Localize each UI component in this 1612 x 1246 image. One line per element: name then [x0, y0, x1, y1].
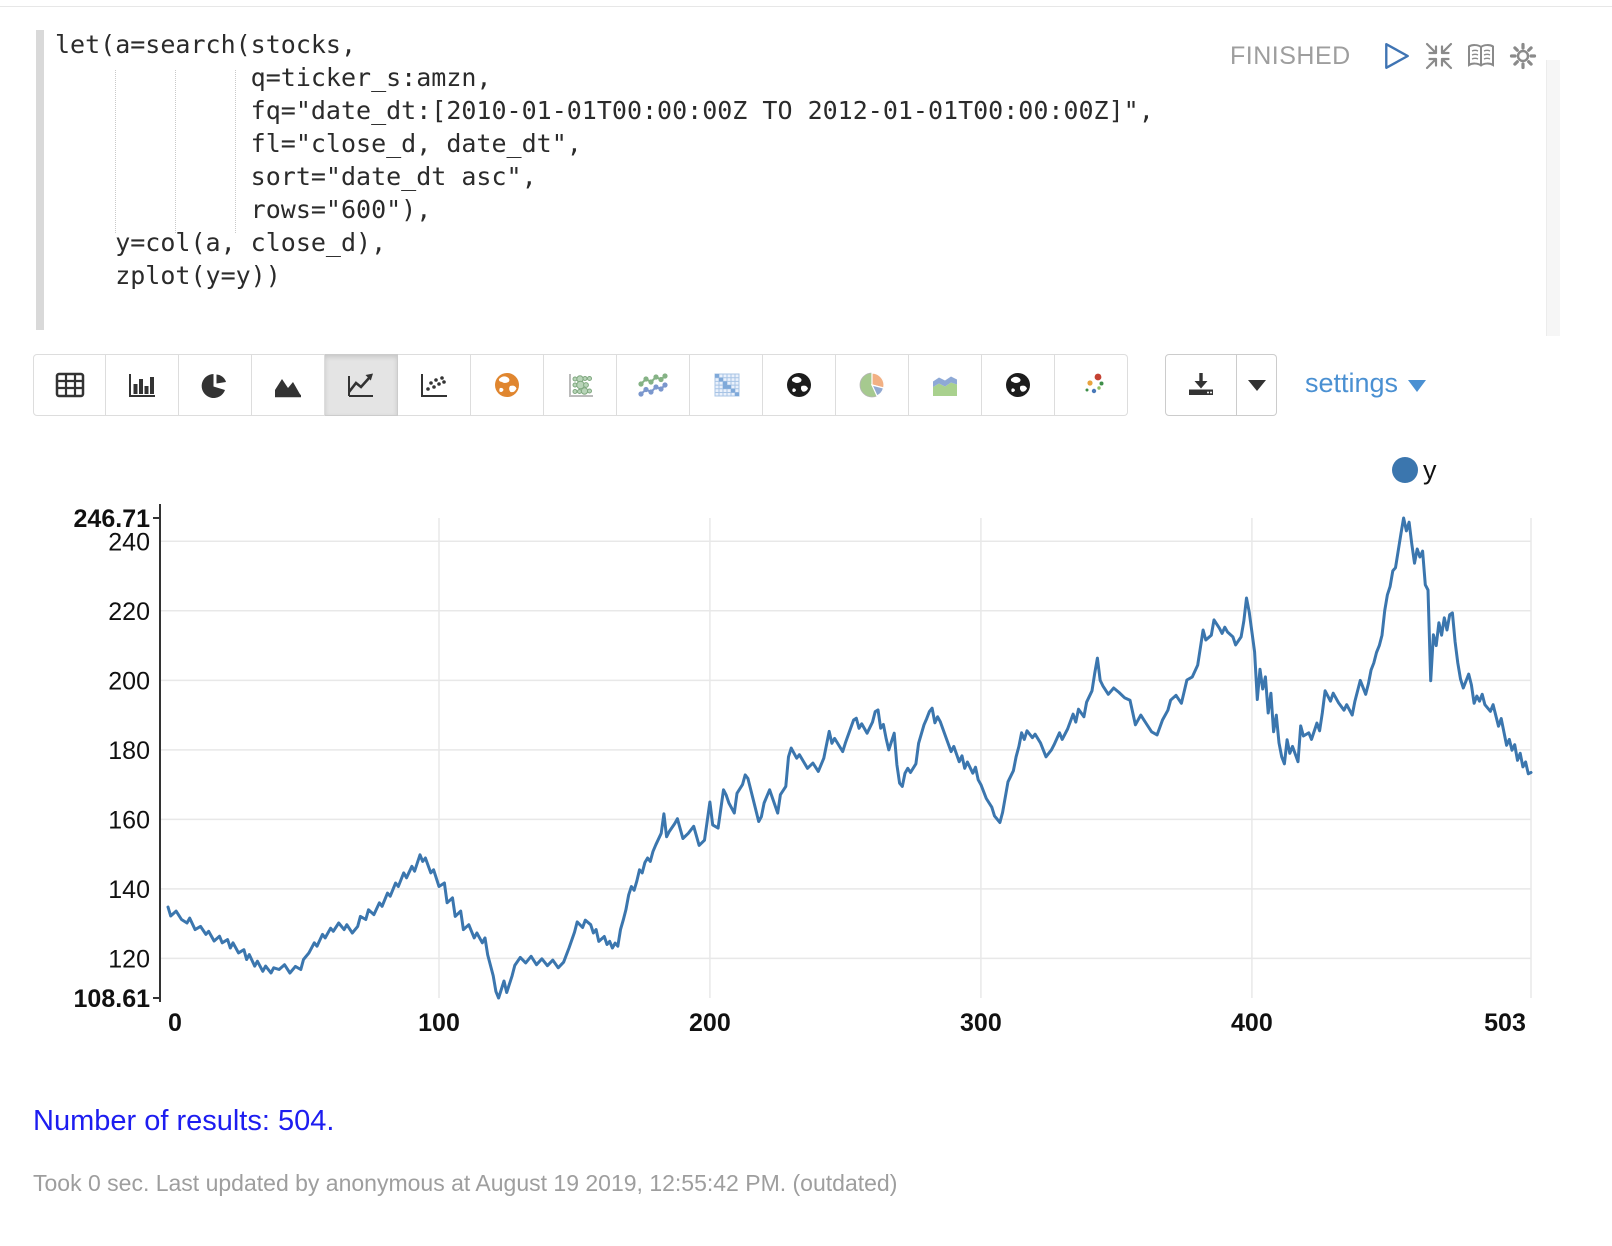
y-axis-tick-label: 140 — [108, 876, 150, 904]
settings-label: settings — [1305, 368, 1398, 399]
x-axis-tick-label: 0 — [168, 1009, 182, 1037]
bar-chart-icon — [126, 371, 158, 399]
line-chart-icon — [345, 371, 377, 399]
editor-gutter-bar — [36, 30, 44, 330]
compress-icon[interactable] — [1423, 40, 1455, 72]
code-line: rows="600"), — [55, 193, 1154, 226]
y-axis-tick-label: 180 — [108, 737, 150, 765]
pie-colored-icon — [856, 371, 888, 399]
line-chart-canvas: 246.71240220200180160140120108.610100200… — [0, 430, 1612, 1050]
table-icon — [54, 371, 86, 399]
scatter-chart-button[interactable] — [398, 354, 471, 416]
y-axis-tick-label: 108.61 — [74, 985, 151, 1013]
paragraph-status-line: Took 0 sec. Last updated by anonymous at… — [33, 1170, 897, 1197]
y-axis-tick-label: 120 — [108, 945, 150, 973]
settings-toggle[interactable]: settings — [1305, 368, 1426, 399]
area-chart-button[interactable] — [252, 354, 325, 416]
map-globe-orange-button[interactable] — [471, 354, 544, 416]
code-block[interactable]: let(a=search(stocks, q=ticker_s:amzn, fq… — [55, 28, 1154, 292]
legend-label[interactable]: y — [1423, 455, 1437, 485]
legend-dot[interactable] — [1392, 457, 1418, 483]
scatter-colored-button[interactable] — [1055, 354, 1128, 416]
stacked-area-button[interactable] — [909, 354, 982, 416]
pie-colored-button[interactable] — [836, 354, 909, 416]
chart-area[interactable]: 246.71240220200180160140120108.610100200… — [0, 430, 1612, 1050]
chart-type-toolbar — [33, 354, 1128, 416]
x-axis-tick-label: 300 — [960, 1009, 1002, 1037]
series-line-y — [168, 518, 1531, 998]
bubble-matrix-button[interactable] — [544, 354, 617, 416]
globe-orange-icon — [491, 371, 523, 399]
paragraph-controls: FINISHED — [1230, 36, 1540, 76]
table-button[interactable] — [33, 354, 106, 416]
download-icon — [1185, 371, 1217, 399]
paragraph-top-border — [0, 6, 1612, 7]
globe-black-icon — [1002, 371, 1034, 399]
code-line: q=ticker_s:amzn, — [55, 61, 1154, 94]
x-axis-tick-label: 100 — [418, 1009, 460, 1037]
pie-chart-icon — [199, 371, 231, 399]
results-count-text: Number of results: 504. — [33, 1105, 334, 1138]
map-globe-black-button[interactable] — [763, 354, 836, 416]
code-line: fq="date_dt:[2010-01-01T00:00:00Z TO 201… — [55, 94, 1154, 127]
heatmap-icon — [710, 371, 742, 399]
globe-black-icon — [783, 371, 815, 399]
code-line: zplot(y=y)) — [55, 259, 1154, 292]
chart-legend[interactable]: y — [1392, 455, 1437, 485]
download-button-group — [1165, 354, 1277, 416]
gear-icon[interactable] — [1507, 40, 1539, 72]
caret-down-icon — [1248, 380, 1266, 391]
area-chart-icon — [272, 371, 304, 399]
scatter-chart-icon — [418, 371, 450, 399]
status-badge: FINISHED — [1230, 42, 1351, 71]
code-line: let(a=search(stocks, — [55, 28, 1154, 61]
y-axis-tick-label: 240 — [108, 528, 150, 556]
x-axis-tick-label: 200 — [689, 1009, 731, 1037]
editor-scrollbar[interactable] — [1546, 60, 1560, 336]
map-globe-black-button-2[interactable] — [982, 354, 1055, 416]
stacked-area-icon — [929, 371, 961, 399]
run-play-icon[interactable] — [1381, 40, 1413, 72]
scatter-colored-icon — [1075, 371, 1107, 399]
line-chart-button[interactable] — [325, 354, 398, 416]
x-axis-tick-label: 400 — [1231, 1009, 1273, 1037]
download-button[interactable] — [1165, 354, 1237, 416]
code-line: sort="date_dt asc", — [55, 160, 1154, 193]
x-axis-tick-label: 503 — [1484, 1009, 1526, 1037]
book-icon[interactable] — [1465, 40, 1497, 72]
y-axis-tick-label: 220 — [108, 598, 150, 626]
multi-line-chart-button[interactable] — [617, 354, 690, 416]
heatmap-button[interactable] — [690, 354, 763, 416]
multi-line-icon — [637, 371, 669, 399]
bar-chart-button[interactable] — [106, 354, 179, 416]
y-axis-tick-label: 200 — [108, 667, 150, 695]
y-axis-tick-label: 160 — [108, 806, 150, 834]
code-line: y=col(a, close_d), — [55, 226, 1154, 259]
zeppelin-paragraph: let(a=search(stocks, q=ticker_s:amzn, fq… — [0, 0, 1612, 1246]
bubble-matrix-icon — [564, 371, 596, 399]
download-options-button[interactable] — [1237, 354, 1277, 416]
pie-chart-button[interactable] — [179, 354, 252, 416]
code-line: fl="close_d, date_dt", — [55, 127, 1154, 160]
settings-caret-icon — [1408, 380, 1426, 392]
